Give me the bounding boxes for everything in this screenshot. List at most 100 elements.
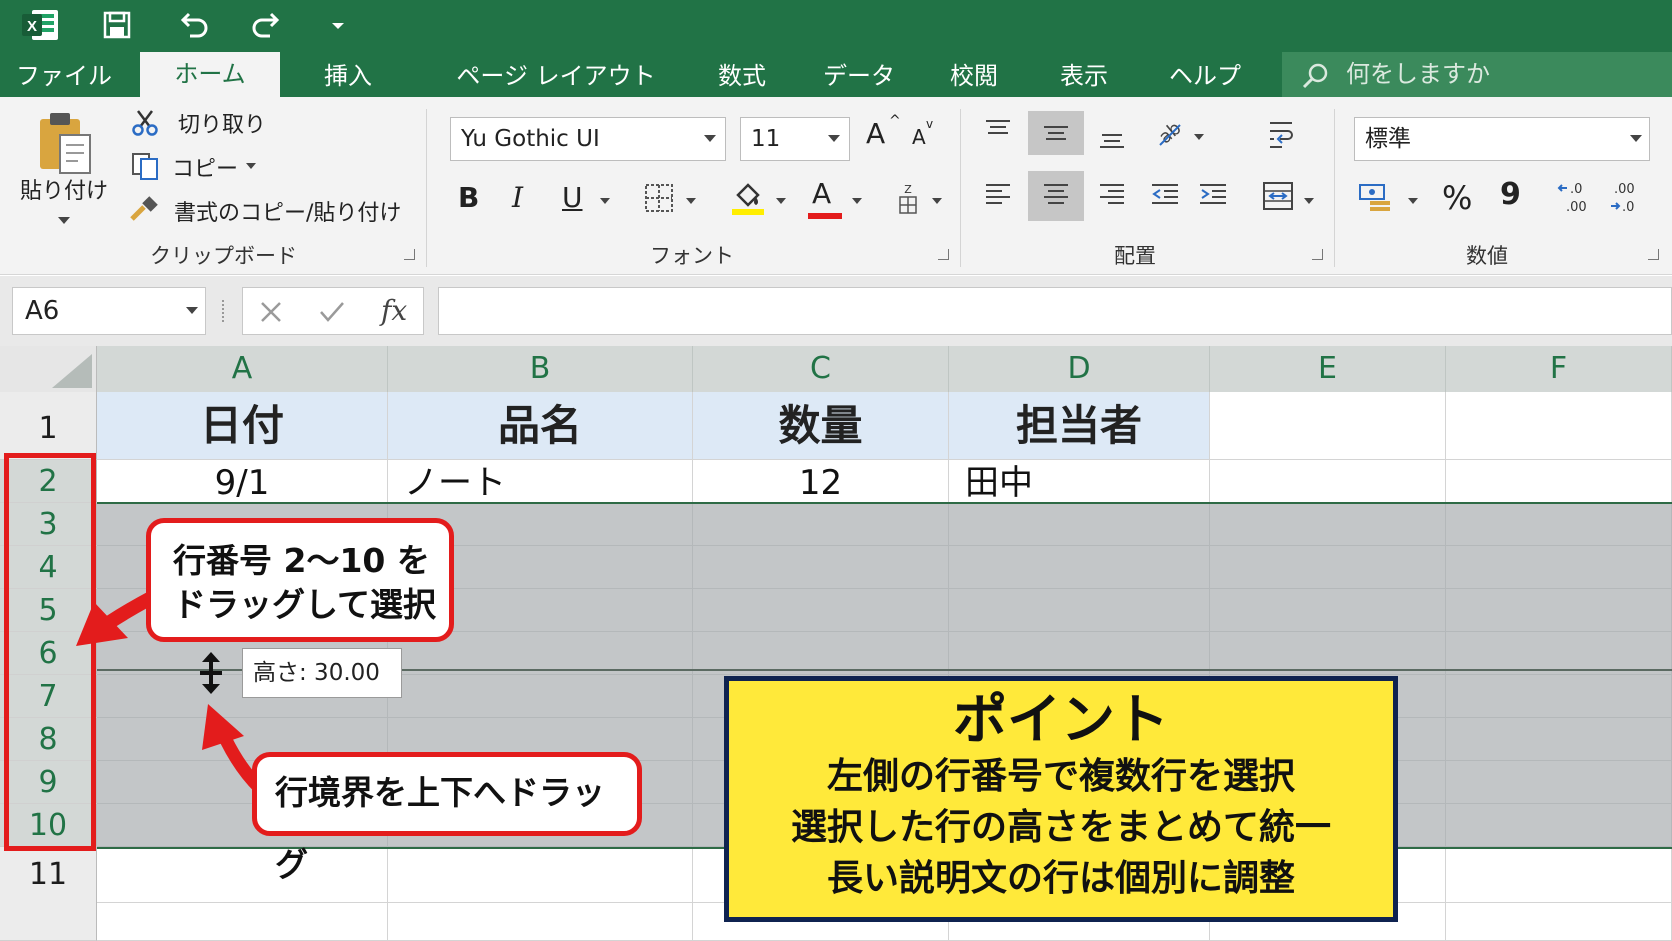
font-launcher-icon[interactable] <box>938 249 949 260</box>
number-format-combobox[interactable]: 標準 <box>1354 117 1650 161</box>
cell-b7[interactable] <box>388 675 693 718</box>
borders-icon[interactable] <box>644 183 674 217</box>
tab-file[interactable]: ファイル <box>14 56 114 97</box>
font-color-dropdown-icon[interactable] <box>852 198 862 204</box>
cell-e3[interactable] <box>1210 503 1446 546</box>
paste-icon[interactable] <box>36 111 98 179</box>
cell-c3[interactable] <box>693 503 949 546</box>
cell-c5[interactable] <box>693 589 949 632</box>
orientation-icon[interactable]: ab <box>1152 115 1186 153</box>
undo-icon[interactable] <box>174 6 212 44</box>
cell-a11[interactable] <box>97 847 388 941</box>
tab-review[interactable]: 校閲 <box>932 56 1016 97</box>
decrease-decimal-icon[interactable]: .00.0 <box>1608 179 1644 219</box>
cell-d3[interactable] <box>949 503 1210 546</box>
phonetic-dropdown-icon[interactable] <box>932 198 942 204</box>
accounting-format-icon[interactable] <box>1358 181 1394 219</box>
cell-c4[interactable] <box>693 546 949 589</box>
select-all-corner[interactable] <box>0 346 97 392</box>
copy-dropdown-icon[interactable] <box>246 163 256 169</box>
formula-bar-splitter[interactable] <box>222 300 226 322</box>
bold-button[interactable]: B <box>458 181 479 214</box>
insert-function-button[interactable]: fx <box>381 294 407 327</box>
column-header-b[interactable]: B <box>388 346 693 392</box>
cell-e5[interactable] <box>1210 589 1446 632</box>
cell-f3[interactable] <box>1446 503 1672 546</box>
save-icon[interactable] <box>98 6 136 44</box>
cell-e2[interactable] <box>1210 460 1446 503</box>
align-center-icon[interactable] <box>1042 181 1070 213</box>
borders-dropdown-icon[interactable] <box>686 198 696 204</box>
tell-me-search[interactable]: 何をしますか <box>1282 52 1672 97</box>
customize-qat-icon[interactable] <box>328 6 348 44</box>
align-left-icon[interactable] <box>984 181 1012 213</box>
increase-indent-icon[interactable] <box>1198 181 1228 213</box>
merge-dropdown-icon[interactable] <box>1304 198 1314 204</box>
underline-button[interactable]: U <box>562 181 583 214</box>
tab-formulas[interactable]: 数式 <box>700 56 784 97</box>
cell-b1[interactable]: 品名 <box>388 392 693 460</box>
align-middle-icon[interactable] <box>1042 119 1070 151</box>
tab-page-layout[interactable]: ページ レイアウト <box>450 56 662 97</box>
align-bottom-icon[interactable] <box>1098 123 1126 155</box>
row-header-11[interactable]: 11 <box>0 847 97 941</box>
wrap-text-icon[interactable] <box>1266 117 1296 155</box>
phonetic-guide-icon[interactable]: Z <box>896 181 920 221</box>
cell-e1[interactable] <box>1210 392 1446 460</box>
redo-icon[interactable] <box>248 6 286 44</box>
copy-button[interactable]: コピー <box>172 151 238 183</box>
cell-b11[interactable] <box>388 847 693 941</box>
cell-d4[interactable] <box>949 546 1210 589</box>
cell-f11[interactable] <box>1446 847 1672 941</box>
alignment-launcher-icon[interactable] <box>1312 249 1323 260</box>
column-header-c[interactable]: C <box>693 346 949 392</box>
cut-button[interactable]: 切り取り <box>178 107 266 139</box>
row-header-1[interactable]: 1 <box>0 392 97 460</box>
increase-decimal-icon[interactable]: .0.00 <box>1556 179 1592 219</box>
font-size-dropdown-icon[interactable] <box>828 135 840 142</box>
cell-d5[interactable] <box>949 589 1210 632</box>
shrink-font-button[interactable]: A <box>912 125 926 149</box>
underline-dropdown-icon[interactable] <box>600 198 610 204</box>
align-top-icon[interactable] <box>984 117 1012 149</box>
tab-home[interactable]: ホーム <box>140 52 280 97</box>
cell-f1[interactable] <box>1446 392 1672 460</box>
cell-f7[interactable] <box>1446 675 1672 718</box>
column-header-f[interactable]: F <box>1446 346 1672 392</box>
italic-button[interactable]: I <box>512 181 523 214</box>
number-format-dropdown-icon[interactable] <box>1630 135 1642 142</box>
copy-icon[interactable] <box>130 151 160 185</box>
cell-f10[interactable] <box>1446 804 1672 847</box>
fill-color-icon[interactable] <box>730 179 766 221</box>
fill-color-dropdown-icon[interactable] <box>776 198 786 204</box>
cell-c1[interactable]: 数量 <box>693 392 949 460</box>
paste-button[interactable]: 貼り付け <box>20 173 108 205</box>
tab-help[interactable]: ヘルプ <box>1160 56 1250 97</box>
grow-font-button[interactable]: A <box>866 117 885 150</box>
column-header-e[interactable]: E <box>1210 346 1446 392</box>
name-box-dropdown-icon[interactable] <box>186 307 198 314</box>
font-name-combobox[interactable]: Yu Gothic UI <box>450 117 726 161</box>
cell-d1[interactable]: 担当者 <box>949 392 1210 460</box>
column-header-d[interactable]: D <box>949 346 1210 392</box>
comma-style-button[interactable]: 9 <box>1500 177 1521 212</box>
cut-icon[interactable] <box>130 107 160 141</box>
tab-data[interactable]: データ <box>816 56 902 97</box>
cell-e4[interactable] <box>1210 546 1446 589</box>
cell-a1[interactable]: 日付 <box>97 392 388 460</box>
cell-f4[interactable] <box>1446 546 1672 589</box>
number-launcher-icon[interactable] <box>1648 249 1659 260</box>
cell-f9[interactable] <box>1446 761 1672 804</box>
accounting-dropdown-icon[interactable] <box>1408 198 1418 204</box>
cell-d2[interactable]: 田中 <box>949 460 1210 503</box>
enter-icon[interactable] <box>319 300 345 324</box>
font-color-button[interactable]: A <box>812 177 831 210</box>
name-box[interactable]: A6 <box>12 287 206 335</box>
tab-insert[interactable]: 挿入 <box>306 56 390 97</box>
percent-style-button[interactable]: % <box>1442 179 1472 217</box>
clipboard-launcher-icon[interactable] <box>404 249 415 260</box>
cell-a2[interactable]: 9/1 <box>97 460 388 503</box>
cell-b2[interactable]: ノート <box>388 460 693 503</box>
orientation-dropdown-icon[interactable] <box>1194 134 1204 140</box>
cell-f2[interactable] <box>1446 460 1672 503</box>
